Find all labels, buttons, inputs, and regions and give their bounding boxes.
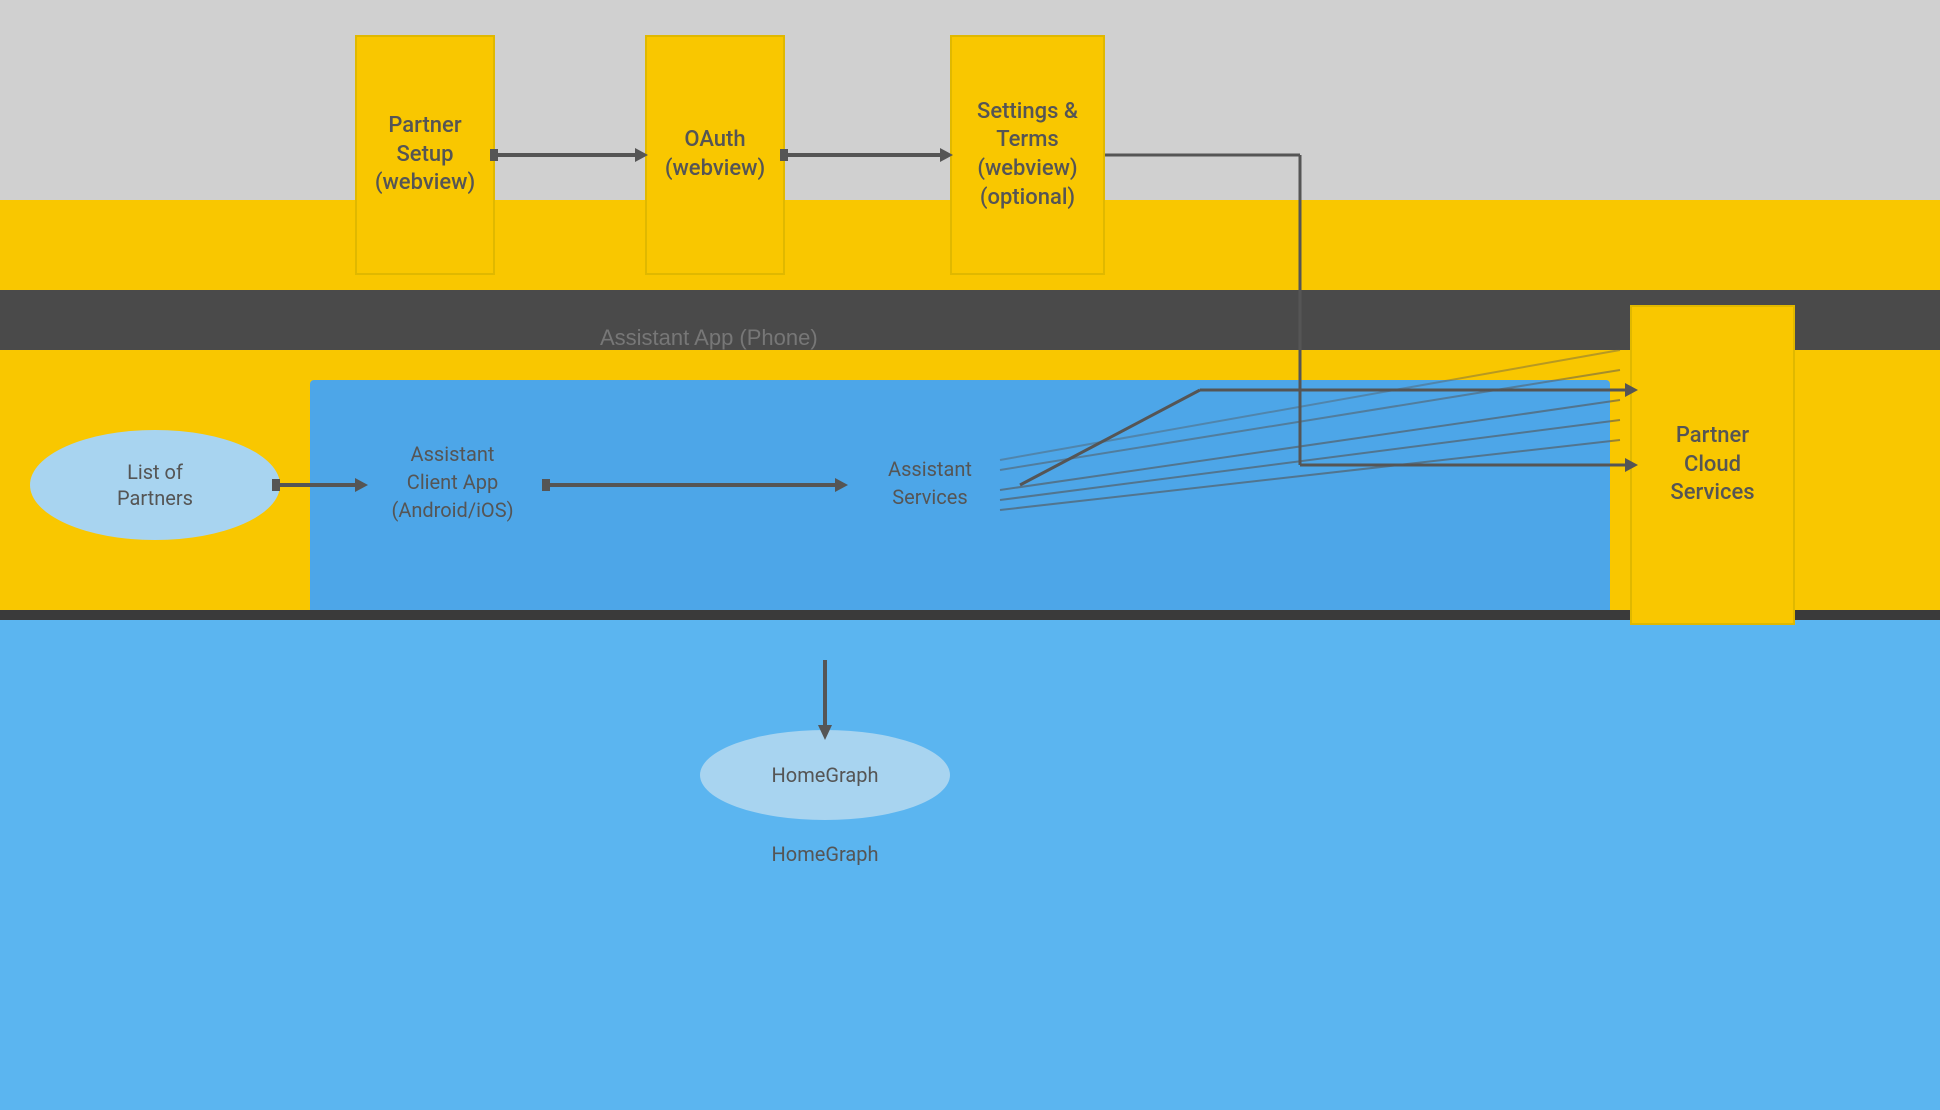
settings-box: Settings & Terms (webview) (optional) — [950, 35, 1105, 275]
partner-cloud-box: Partner Cloud Services — [1630, 305, 1795, 625]
assistant-services-label: Assistant Services — [840, 455, 1020, 511]
partner-setup-box: Partner Setup (webview) — [355, 35, 495, 275]
homegraph-ellipse-label: HomeGraph — [772, 762, 879, 788]
homegraph-ellipse: HomeGraph — [700, 730, 950, 820]
partners-label: List of Partners — [117, 459, 193, 511]
oauth-label: OAuth (webview) — [665, 126, 765, 183]
partner-setup-label: Partner Setup (webview) — [375, 112, 475, 198]
partner-cloud-label: Partner Cloud Services — [1670, 422, 1754, 508]
partners-ellipse: List of Partners — [30, 430, 280, 540]
settings-label: Settings & Terms (webview) (optional) — [977, 98, 1078, 212]
homegraph-bottom-label: HomeGraph — [700, 840, 950, 868]
blue-bottom-area — [0, 620, 1940, 1110]
oauth-box: OAuth (webview) — [645, 35, 785, 275]
assistant-client-label: Assistant Client App (Android/iOS) — [360, 440, 545, 524]
